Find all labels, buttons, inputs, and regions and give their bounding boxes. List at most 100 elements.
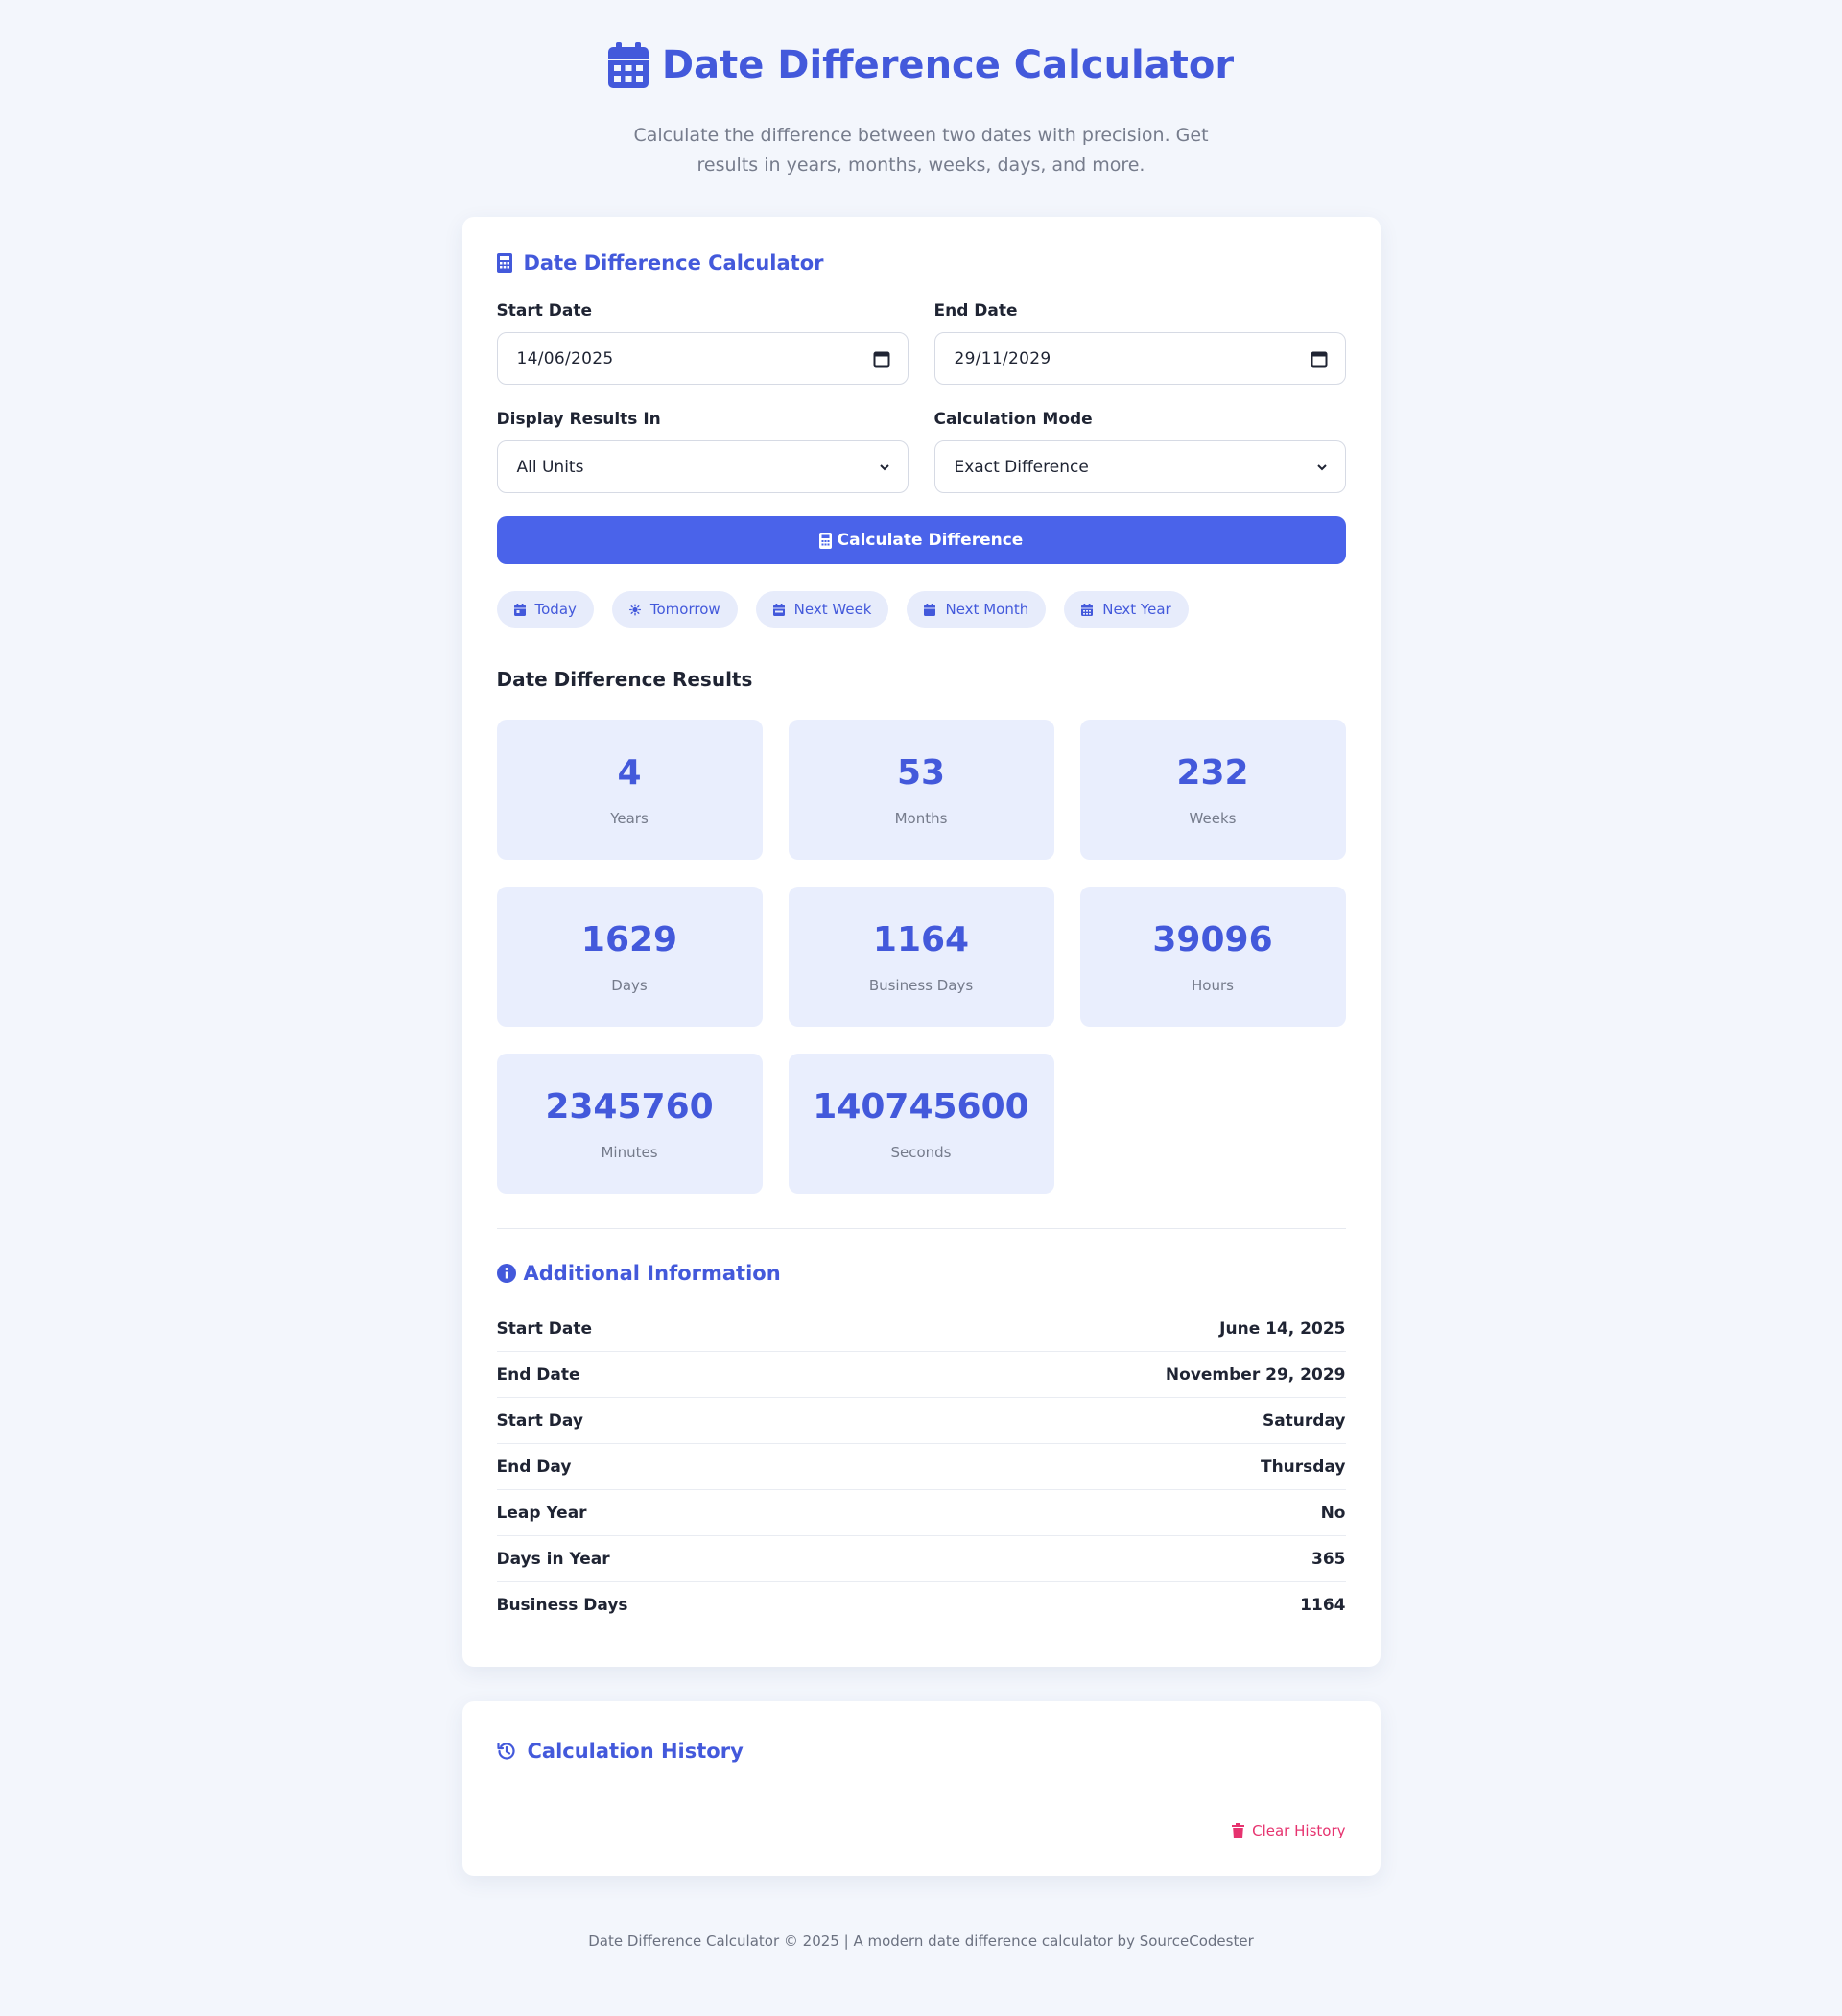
info-value: 1164	[1300, 1596, 1346, 1615]
info-row: Leap Year No	[496, 1490, 1346, 1536]
info-label: End Date	[496, 1364, 580, 1385]
info-value: Thursday	[1260, 1457, 1346, 1477]
quick-tomorrow-button[interactable]: Tomorrow	[611, 591, 738, 628]
clear-history-label: Clear History	[1252, 1822, 1346, 1839]
result-business-days-card: 1164 Business Days	[788, 887, 1054, 1027]
page-title: Date Difference Calculator	[607, 42, 1235, 88]
info-value: November 29, 2029	[1165, 1364, 1346, 1385]
display-in-group: Display Results In All Units	[496, 410, 909, 493]
result-label: Days	[611, 976, 648, 994]
result-value: 2345760	[545, 1086, 714, 1127]
mode-selected: Exact Difference	[954, 457, 1089, 477]
additional-info-title-text: Additional Information	[523, 1262, 781, 1285]
result-label: Months	[894, 809, 948, 827]
calculate-button-label: Calculate Difference	[837, 531, 1024, 550]
info-circle-icon	[496, 1264, 516, 1283]
additional-info-title: Additional Information	[496, 1262, 1346, 1285]
info-row: End Date November 29, 2029	[496, 1352, 1346, 1398]
calculator-icon	[496, 253, 512, 273]
mode-select[interactable]: Exact Difference	[933, 440, 1346, 493]
quick-next-month-label: Next Month	[945, 601, 1029, 618]
result-minutes-card: 2345760 Minutes	[496, 1054, 763, 1194]
calculator-card-title: Date Difference Calculator	[496, 251, 1346, 274]
start-date-label: Start Date	[496, 301, 593, 320]
results-title: Date Difference Results	[496, 668, 753, 691]
end-date-value: 29/11/2029	[954, 348, 1051, 368]
quick-date-buttons: Today Tomorrow Next Week Next Month Next…	[496, 591, 1346, 628]
clear-history-button[interactable]: Clear History	[1232, 1822, 1346, 1839]
info-value: 365	[1311, 1549, 1346, 1569]
page-title-text: Date Difference Calculator	[661, 43, 1235, 87]
chevron-down-icon	[879, 463, 889, 470]
quick-tomorrow-label: Tomorrow	[649, 601, 720, 618]
info-row: Business Days 1164	[497, 1582, 1346, 1628]
result-label: Weeks	[1189, 809, 1237, 827]
info-row: Start Day Saturday	[496, 1398, 1346, 1444]
info-row: Days in Year 365	[496, 1536, 1346, 1582]
start-date-group: Start Date 14/06/2025	[496, 301, 909, 385]
result-label: Years	[610, 809, 649, 827]
result-label: Hours	[1192, 976, 1234, 994]
calendar-week-icon	[772, 603, 785, 616]
info-label: Start Date	[496, 1318, 593, 1339]
calculator-card-title-text: Date Difference Calculator	[523, 251, 824, 274]
history-card-title-text: Calculation History	[527, 1740, 744, 1763]
result-value: 140745600	[813, 1086, 1029, 1127]
trash-icon	[1232, 1823, 1245, 1838]
chevron-down-icon	[1316, 463, 1327, 470]
calculator-icon	[818, 532, 832, 549]
mode-label: Calculation Mode	[933, 410, 1093, 429]
result-label: Business Days	[868, 976, 974, 994]
display-in-select[interactable]: All Units	[496, 440, 909, 493]
result-seconds-card: 140745600 Seconds	[788, 1054, 1054, 1194]
result-value: 53	[896, 752, 946, 793]
end-date-input[interactable]: 29/11/2029	[933, 332, 1346, 385]
calendar-day-icon	[513, 603, 526, 616]
additional-info-list: Start Date June 14, 2025 End Date Novemb…	[496, 1306, 1346, 1628]
result-value: 4	[617, 752, 642, 793]
info-value: No	[1320, 1503, 1346, 1523]
section-divider	[496, 1228, 1346, 1229]
calendar-month-icon	[924, 603, 936, 616]
start-date-input[interactable]: 14/06/2025	[496, 332, 909, 385]
quick-next-week-button[interactable]: Next Week	[755, 591, 889, 628]
result-value: 232	[1176, 752, 1249, 793]
quick-next-week-label: Next Week	[793, 601, 872, 618]
result-days-card: 1629 Days	[496, 887, 763, 1027]
end-date-group: End Date 29/11/2029	[933, 301, 1346, 385]
mode-group: Calculation Mode Exact Difference	[933, 410, 1346, 493]
results-grid: 4 Years 53 Months 232 Weeks 1629 Days 11…	[496, 720, 1346, 1194]
quick-next-year-button[interactable]: Next Year	[1064, 591, 1189, 628]
calendar-picker-icon[interactable]	[1311, 350, 1328, 368]
result-weeks-card: 232 Weeks	[1079, 720, 1346, 860]
history-card: Calculation History Clear History	[461, 1701, 1381, 1876]
info-value: June 14, 2025	[1219, 1318, 1346, 1339]
page-footer: Date Difference Calculator © 2025 | A mo…	[588, 1933, 1254, 1950]
calculate-button[interactable]: Calculate Difference	[496, 516, 1346, 564]
info-value: Saturday	[1262, 1411, 1346, 1431]
calculator-form: Start Date 14/06/2025 End Date 29/11/202…	[496, 301, 1346, 518]
calendar-icon	[607, 42, 649, 88]
start-date-value: 14/06/2025	[516, 348, 614, 368]
info-label: Business Days	[496, 1596, 628, 1615]
result-hours-card: 39096 Hours	[1079, 887, 1346, 1027]
info-row: Start Date June 14, 2025	[496, 1306, 1346, 1352]
calendar-picker-icon[interactable]	[873, 350, 890, 368]
quick-next-year-label: Next Year	[1102, 601, 1171, 618]
info-label: Days in Year	[496, 1549, 610, 1569]
quick-today-label: Today	[534, 601, 577, 618]
result-months-card: 53 Months	[788, 720, 1054, 860]
result-label: Minutes	[601, 1143, 658, 1161]
info-label: Start Day	[496, 1411, 583, 1431]
sun-icon	[628, 604, 641, 615]
calculator-card: Date Difference Calculator Start Date 14…	[461, 217, 1381, 1667]
result-value: 1164	[872, 919, 970, 960]
info-label: End Day	[496, 1457, 572, 1477]
info-row: End Day Thursday	[496, 1444, 1346, 1490]
quick-next-month-button[interactable]: Next Month	[907, 591, 1047, 628]
history-icon	[496, 1743, 515, 1760]
result-years-card: 4 Years	[496, 720, 763, 860]
quick-today-button[interactable]: Today	[496, 591, 594, 628]
display-in-selected: All Units	[516, 457, 584, 477]
result-value: 39096	[1152, 919, 1273, 960]
